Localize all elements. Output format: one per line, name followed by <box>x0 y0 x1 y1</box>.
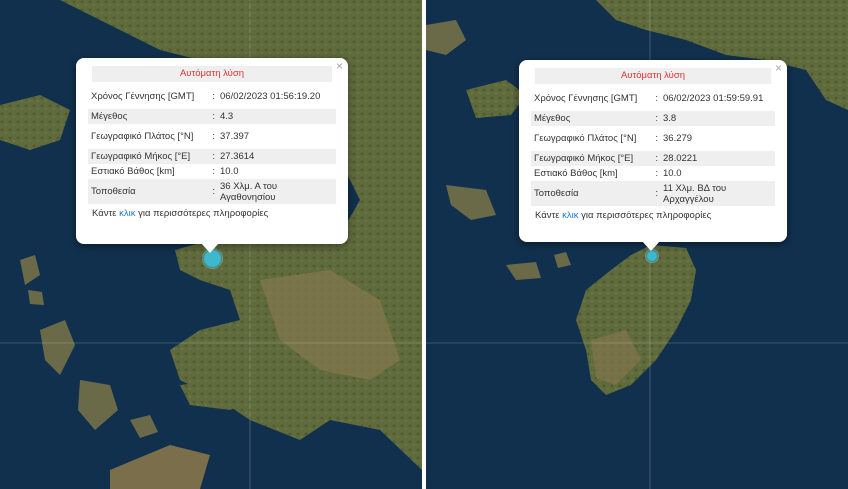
row-value: 27.3614 <box>217 149 336 164</box>
row-value: 36.279 <box>663 133 693 144</box>
table-row: Γεωγραφικό Πλάτος [°N] : 37.397 <box>88 124 336 149</box>
table-row: Χρόνος Γέννησης [GMT] : 06/02/2023 01:59… <box>531 86 775 111</box>
row-label: Γεωγραφικό Πλάτος [°N] <box>91 131 194 142</box>
row-label: Μέγεθος <box>88 109 204 124</box>
map-panel-left[interactable]: × Αυτόματη λύση Χρόνος Γέννησης [GMT] : … <box>0 0 422 489</box>
islet-left-5 <box>28 290 44 305</box>
row-label: Γεωγραφικό Πλάτος [°N] <box>534 133 637 144</box>
table-row: Τοποθεσία : 36 Χλμ. Α του Αγαθονησίου <box>88 179 336 204</box>
close-icon[interactable]: × <box>775 62 782 74</box>
table-row: Χρόνος Γέννησης [GMT] : 06/02/2023 01:56… <box>88 84 336 109</box>
row-value: 10.0 <box>220 166 239 177</box>
row-label: Γεωγραφικό Μήκος [°E] <box>531 151 647 166</box>
table-row: Μέγεθος : 4.3 <box>88 109 336 124</box>
table-row: Εστιακό Βάθος [km] : 10.0 <box>88 164 336 179</box>
table-row: Τοποθεσία : 11 Χλμ. ΒΔ του Αρχαγγέλου <box>531 181 775 206</box>
row-value: 06/02/2023 01:56:19.20 <box>220 91 321 102</box>
earthquake-marker[interactable] <box>646 250 658 262</box>
popup-title: Αυτόματη λύση <box>92 66 332 82</box>
more-info-link[interactable]: κλικ <box>562 210 578 221</box>
row-value: 4.3 <box>217 109 336 124</box>
row-label: Τοποθεσία <box>531 181 647 206</box>
more-info-line: Κάντε κλικ για περισσότερες πληροφορίες <box>92 208 269 219</box>
row-label: Μέγεθος <box>531 111 647 126</box>
row-label: Εστιακό Βάθος [km] <box>534 168 618 179</box>
table-row: Εστιακό Βάθος [km] : 10.0 <box>531 166 775 181</box>
row-label: Χρόνος Γέννησης [GMT] <box>91 91 195 102</box>
row-value: 3.8 <box>660 111 775 126</box>
row-value: 28.0221 <box>660 151 775 166</box>
popup-info-table: Χρόνος Γέννησης [GMT] : 06/02/2023 01:59… <box>531 86 775 206</box>
map-panel-right[interactable]: × Αυτόματη λύση Χρόνος Γέννησης [GMT] : … <box>426 0 848 489</box>
row-value: 11 Χλμ. ΒΔ του Αρχαγγέλου <box>660 181 775 206</box>
earthquake-popup: × Αυτόματη λύση Χρόνος Γέννησης [GMT] : … <box>76 58 348 253</box>
row-label: Γεωγραφικό Μήκος [°E] <box>88 149 204 164</box>
row-value: 37.397 <box>220 131 250 142</box>
table-row: Γεωγραφικό Μήκος [°E] : 27.3614 <box>88 149 336 164</box>
more-info-link[interactable]: κλικ <box>119 208 135 219</box>
popup-info-table: Χρόνος Γέννησης [GMT] : 06/02/2023 01:56… <box>88 84 336 204</box>
row-value: 36 Χλμ. Α του Αγαθονησίου <box>217 179 336 204</box>
more-info-line: Κάντε κλικ για περισσότερες πληροφορίες <box>535 210 712 221</box>
row-value: 10.0 <box>663 168 682 179</box>
table-row: Γεωγραφικό Μήκος [°E] : 28.0221 <box>531 151 775 166</box>
popup-title: Αυτόματη λύση <box>535 68 771 84</box>
row-label: Τοποθεσία <box>88 179 204 204</box>
row-label: Εστιακό Βάθος [km] <box>91 166 175 177</box>
table-row: Γεωγραφικό Πλάτος [°N] : 36.279 <box>531 126 775 151</box>
close-icon[interactable]: × <box>336 60 343 72</box>
earthquake-popup: × Αυτόματη λύση Χρόνος Γέννησης [GMT] : … <box>519 60 787 251</box>
row-value: 06/02/2023 01:59:59.91 <box>663 93 764 104</box>
table-row: Μέγεθος : 3.8 <box>531 111 775 126</box>
row-label: Χρόνος Γέννησης [GMT] <box>534 93 638 104</box>
